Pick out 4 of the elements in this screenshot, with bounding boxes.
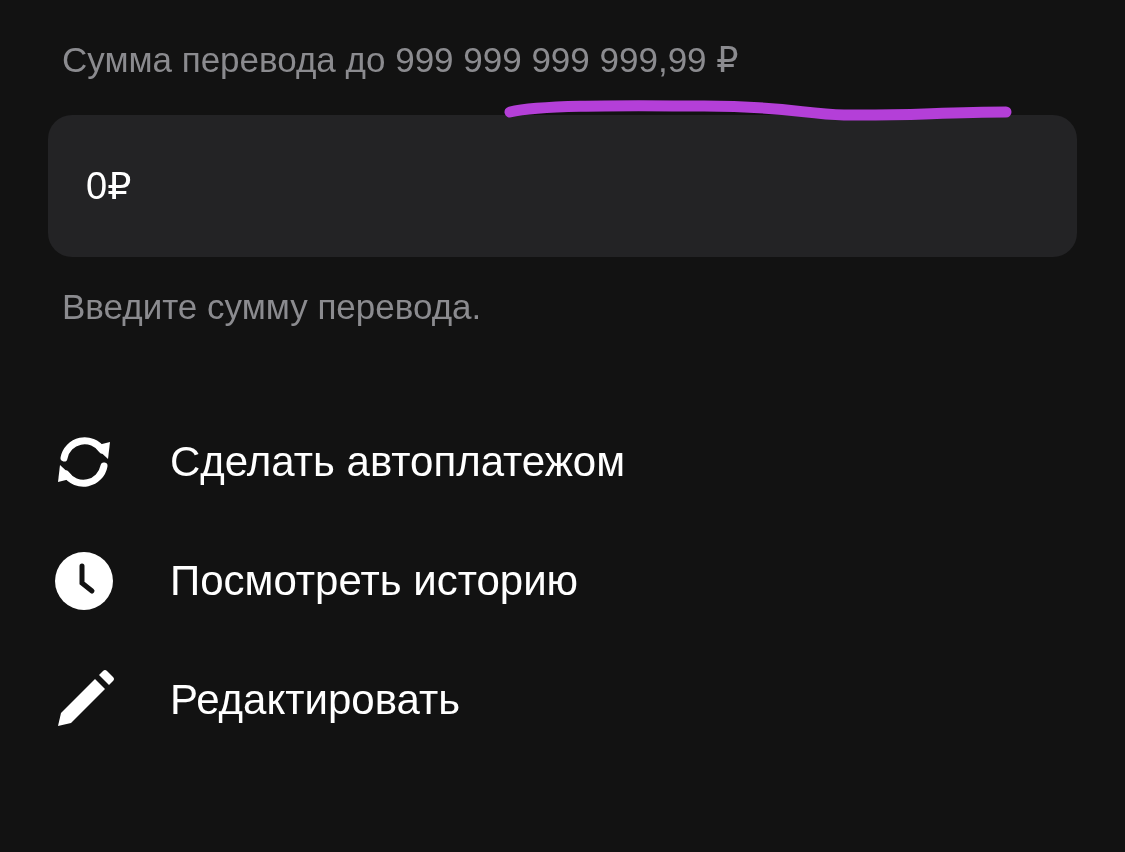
- amount-field[interactable]: 0₽: [48, 115, 1077, 257]
- clock-icon: [54, 550, 114, 611]
- amount-label: Сумма перевода до 999 999 999 999,99 ₽: [62, 40, 739, 79]
- hint-text: Введите сумму перевода.: [61, 287, 482, 327]
